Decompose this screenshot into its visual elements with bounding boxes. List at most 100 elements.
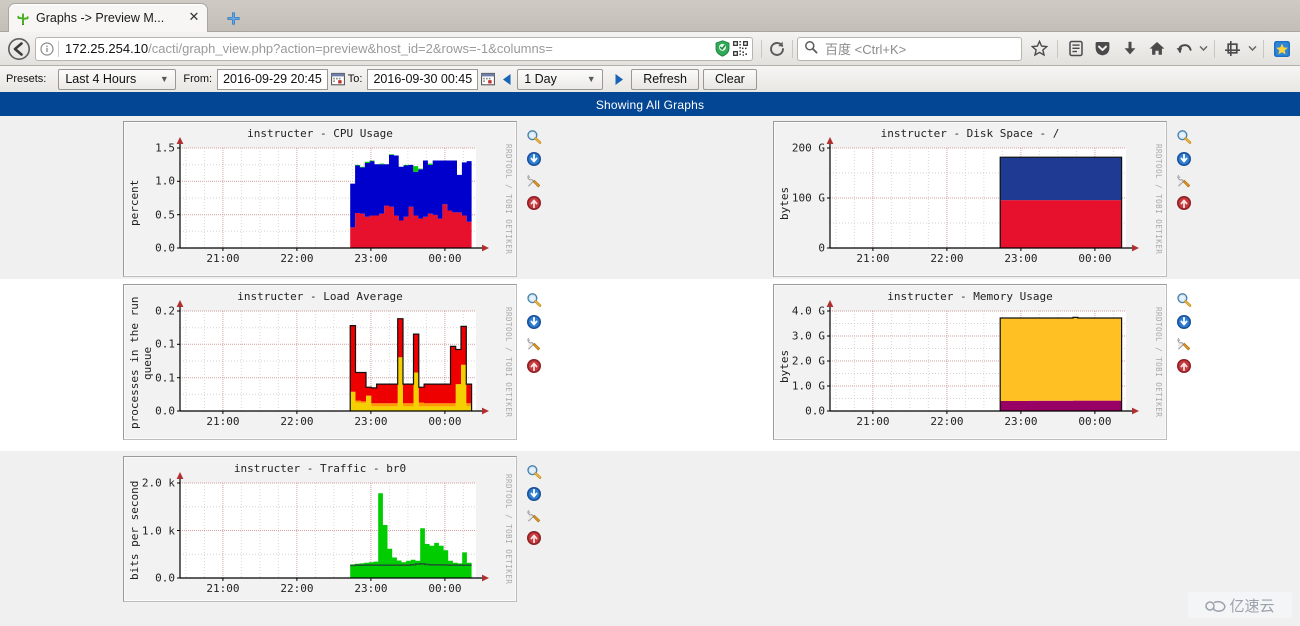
refresh-label: Refresh — [643, 72, 687, 86]
graph-source-icon[interactable] — [1176, 336, 1192, 352]
calendar-icon[interactable] — [330, 72, 345, 86]
graph-y-axis-label: bits per second — [128, 480, 141, 580]
zoom-graph-icon[interactable] — [526, 292, 542, 308]
graph-y-tick: 0.0 — [155, 241, 175, 255]
graph-source-icon[interactable] — [526, 336, 542, 352]
graph-x-tick: 22:00 — [280, 415, 314, 428]
toolbar-divider-3 — [1263, 39, 1264, 58]
graph-cell: instructer - Disk Space - / bytes RRDTOOL … — [650, 116, 1300, 279]
star-badge-icon[interactable] — [1268, 36, 1295, 62]
graph-x-tick: 21:00 — [856, 252, 890, 265]
right-arrow-icon[interactable] — [612, 72, 625, 87]
downloads-icon[interactable] — [1116, 36, 1143, 62]
zoom-graph-icon[interactable] — [526, 464, 542, 480]
presets-value: Last 4 Hours — [65, 72, 137, 86]
clear-button[interactable]: Clear — [702, 68, 757, 90]
clear-label: Clear — [714, 72, 745, 86]
graph-grid: instructer - CPU Usage percent RRDTOOL / T… — [0, 116, 1300, 611]
graph-details-icon[interactable] — [1176, 151, 1192, 167]
graph-details-icon[interactable] — [526, 314, 542, 330]
graph-source-icon[interactable] — [1176, 173, 1192, 189]
graph-image-load[interactable]: instructer - Load Average processes in th… — [123, 284, 517, 440]
csv-export-icon[interactable] — [526, 195, 542, 211]
graph-y-tick: 1.0 k — [141, 524, 175, 537]
qr-code-icon[interactable] — [733, 41, 748, 56]
graph-x-tick: 23:00 — [354, 582, 388, 595]
cactus-icon — [15, 10, 31, 26]
status-banner-text: Showing All Graphs — [595, 98, 705, 112]
url-bar-icons — [715, 40, 752, 57]
graph-y-tick: 0.0 — [805, 404, 825, 418]
search-input[interactable]: 百度 <Ctrl+K> — [797, 36, 1022, 61]
url-bar[interactable]: 172.25.254.10/cacti/graph_view.php?actio… — [35, 36, 753, 61]
graph-details-icon[interactable] — [526, 486, 542, 502]
chevron-down-icon-2[interactable] — [1246, 36, 1259, 62]
zoom-graph-icon[interactable] — [1176, 129, 1192, 145]
graph-cell: instructer - Load Average processes in th… — [0, 279, 650, 451]
reading-list-icon[interactable] — [1062, 36, 1089, 62]
screenshot-icon[interactable] — [1219, 36, 1246, 62]
from-date-value: 2016-09-29 20:45 — [223, 72, 322, 86]
left-arrow-icon[interactable] — [500, 72, 513, 87]
graph-tick-labels: 0.0 1.0 k 2.0 k 21:00 22:00 23:00 00:00 — [142, 477, 476, 596]
graph-y-axis-label: percent — [128, 179, 141, 227]
home-icon[interactable] — [1143, 36, 1170, 62]
from-date-input[interactable]: 2016-09-29 20:45 — [217, 68, 328, 90]
graph-row: instructer - Traffic - br0 bits per secon… — [0, 451, 1300, 611]
graph-details-icon[interactable] — [526, 151, 542, 167]
presets-select[interactable]: Last 4 Hours ▼ — [58, 68, 177, 90]
browser-toolbar-icons — [1026, 36, 1295, 62]
history-back-icon[interactable] — [1170, 36, 1197, 62]
graph-cell: instructer - CPU Usage percent RRDTOOL / T… — [0, 116, 650, 279]
browser-tab-strip: Graphs -> Preview M... ✕ — [0, 0, 1300, 32]
bookmark-star-icon[interactable] — [1026, 36, 1053, 62]
graph-image-disk[interactable]: instructer - Disk Space - / bytes RRDTOOL … — [773, 121, 1167, 277]
green-shield-icon[interactable] — [715, 40, 730, 57]
calendar-icon-2[interactable] — [481, 72, 496, 86]
graph-y-tick: 0 — [818, 241, 825, 255]
graph-title: instructer - CPU Usage — [247, 127, 393, 140]
url-path: /cacti/graph_view.php?action=preview&hos… — [148, 41, 553, 56]
search-icon — [804, 40, 820, 57]
graph-source-icon[interactable] — [526, 173, 542, 189]
nav-divider — [761, 39, 762, 58]
refresh-button[interactable]: Refresh — [631, 68, 699, 90]
csv-export-icon[interactable] — [1176, 195, 1192, 211]
graph-actions-load — [526, 284, 542, 374]
close-icon[interactable]: ✕ — [187, 10, 201, 25]
graph-x-tick: 23:00 — [354, 415, 388, 428]
to-date-input[interactable]: 2016-09-30 00:45 — [367, 68, 479, 90]
graph-image-memory[interactable]: instructer - Memory Usage bytes RRDTOOL / … — [773, 284, 1167, 440]
graph-x-tick: 21:00 — [206, 582, 240, 595]
timespan-select[interactable]: 1 Day ▼ — [517, 68, 604, 90]
cacti-graph-toolbar: Presets: Last 4 Hours ▼ From: 2016-09-29… — [0, 66, 1300, 94]
graph-image-traffic[interactable]: instructer - Traffic - br0 bits per secon… — [123, 456, 517, 602]
graph-details-icon[interactable] — [1176, 314, 1192, 330]
graph-image-cpu[interactable]: instructer - CPU Usage percent RRDTOOL / T… — [123, 121, 517, 277]
graph-cell-empty — [650, 451, 1300, 611]
rrdtool-watermark: RRDTOOL / TOBI OETIKER — [504, 306, 513, 418]
new-tab-button[interactable] — [222, 8, 244, 28]
graph-title: instructer - Disk Space - / — [880, 127, 1060, 140]
zoom-graph-icon[interactable] — [526, 129, 542, 145]
graph-x-tick: 22:00 — [280, 252, 314, 265]
graph-y-axis-label: bytes — [778, 186, 791, 220]
pocket-icon[interactable] — [1089, 36, 1116, 62]
chevron-down-icon-presets: ▼ — [159, 74, 169, 84]
graph-y-tick: 0.0 — [155, 571, 175, 585]
reload-icon[interactable] — [766, 38, 788, 60]
csv-export-icon[interactable] — [526, 530, 542, 546]
browser-tab[interactable]: Graphs -> Preview M... ✕ — [8, 3, 208, 32]
url-host: 172.25.254.10 — [65, 41, 149, 56]
graph-x-tick: 00:00 — [428, 415, 462, 428]
site-info-icon[interactable] — [36, 41, 58, 56]
browser-nav-bar: 172.25.254.10/cacti/graph_view.php?actio… — [0, 32, 1300, 66]
zoom-graph-icon[interactable] — [1176, 292, 1192, 308]
csv-export-icon[interactable] — [526, 358, 542, 374]
chevron-down-icon[interactable] — [1197, 36, 1210, 62]
graph-source-icon[interactable] — [526, 508, 542, 524]
back-arrow-icon[interactable] — [5, 36, 33, 62]
rrdtool-watermark: RRDTOOL / TOBI OETIKER — [504, 143, 513, 255]
csv-export-icon[interactable] — [1176, 358, 1192, 374]
toolbar-divider — [1057, 39, 1058, 58]
